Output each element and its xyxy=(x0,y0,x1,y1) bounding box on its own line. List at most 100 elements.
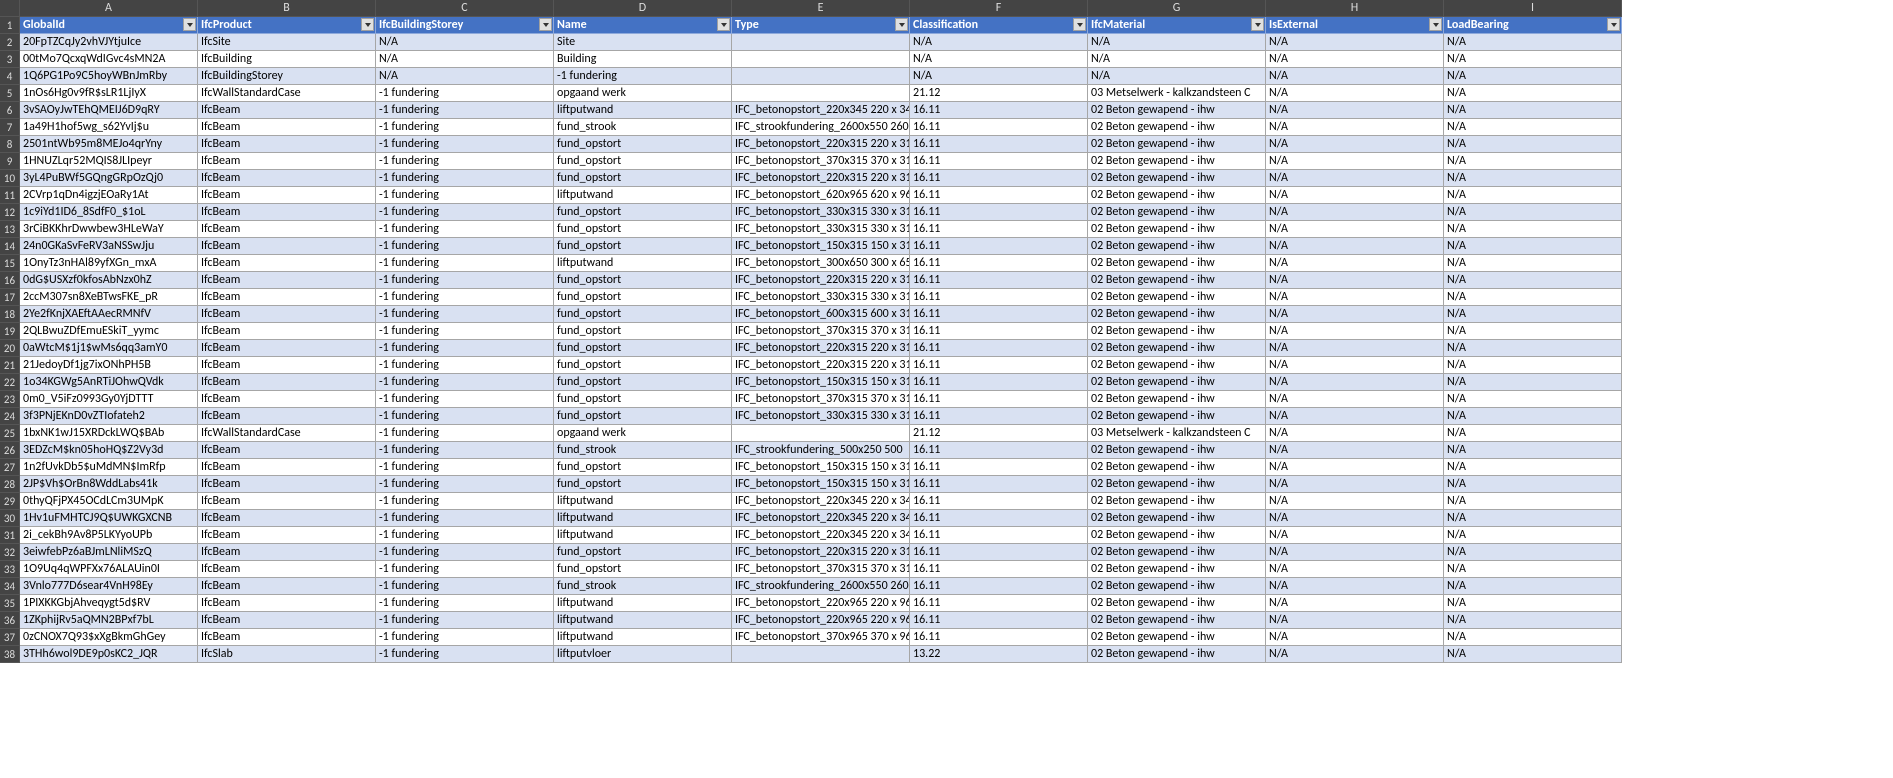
cell[interactable] xyxy=(732,68,910,85)
cell[interactable]: 16.11 xyxy=(910,204,1088,221)
cell[interactable]: 16.11 xyxy=(910,357,1088,374)
cell[interactable]: N/A xyxy=(1266,629,1444,646)
cell[interactable]: IfcWallStandardCase xyxy=(198,85,376,102)
table-header[interactable]: LoadBearing xyxy=(1444,17,1622,34)
table-header[interactable]: IfcBuildingStorey xyxy=(376,17,554,34)
cell[interactable]: 02 Beton gewapend - ihw xyxy=(1088,153,1266,170)
cell[interactable]: -1 fundering xyxy=(376,272,554,289)
cell[interactable]: 16.11 xyxy=(910,561,1088,578)
cell[interactable]: IFC_betonopstort_220x345 220 x 34 xyxy=(732,493,910,510)
cell[interactable]: -1 fundering xyxy=(376,578,554,595)
cell[interactable]: liftputwand xyxy=(554,255,732,272)
cell[interactable]: fund_opstort xyxy=(554,221,732,238)
cell[interactable]: IFC_betonopstort_370x315 370 x 31 xyxy=(732,153,910,170)
cell[interactable]: N/A xyxy=(1266,34,1444,51)
row-number[interactable]: 37 xyxy=(0,629,20,646)
cell[interactable]: IfcBeam xyxy=(198,170,376,187)
cell[interactable]: IFC_betonopstort_370x315 370 x 31 xyxy=(732,561,910,578)
cell[interactable]: 02 Beton gewapend - ihw xyxy=(1088,493,1266,510)
cell[interactable]: 2JP$Vh$OrBn8WddLabs41k xyxy=(20,476,198,493)
cell[interactable]: 1O9Uq4qWPFXx76ALAUin0I xyxy=(20,561,198,578)
cell[interactable]: N/A xyxy=(1444,612,1622,629)
select-all-corner[interactable] xyxy=(0,0,20,17)
cell[interactable]: liftputwand xyxy=(554,629,732,646)
row-number[interactable]: 24 xyxy=(0,408,20,425)
column-header[interactable]: I xyxy=(1444,0,1622,17)
cell[interactable]: IFC_betonopstort_600x315 600 x 31 xyxy=(732,306,910,323)
cell[interactable]: -1 fundering xyxy=(376,561,554,578)
cell[interactable]: IfcBeam xyxy=(198,408,376,425)
row-number[interactable]: 4 xyxy=(0,68,20,85)
cell[interactable]: IfcBeam xyxy=(198,612,376,629)
cell[interactable]: N/A xyxy=(1266,510,1444,527)
cell[interactable]: N/A xyxy=(1266,459,1444,476)
cell[interactable]: IFC_betonopstort_370x315 370 x 31 xyxy=(732,323,910,340)
cell[interactable]: fund_opstort xyxy=(554,561,732,578)
cell[interactable]: IFC_betonopstort_150x315 150 x 31 xyxy=(732,476,910,493)
cell[interactable]: -1 fundering xyxy=(376,323,554,340)
cell[interactable]: IfcBeam xyxy=(198,391,376,408)
filter-dropdown-icon[interactable] xyxy=(895,18,908,31)
cell[interactable]: 16.11 xyxy=(910,238,1088,255)
cell[interactable]: -1 fundering xyxy=(376,136,554,153)
row-number[interactable]: 30 xyxy=(0,510,20,527)
cell[interactable]: IfcBuildingStorey xyxy=(198,68,376,85)
cell[interactable]: -1 fundering xyxy=(554,68,732,85)
cell[interactable]: -1 fundering xyxy=(376,527,554,544)
cell[interactable]: 00tMo7QcxqWdIGvc4sMN2A xyxy=(20,51,198,68)
cell[interactable]: N/A xyxy=(1444,357,1622,374)
cell[interactable]: N/A xyxy=(1444,289,1622,306)
cell[interactable]: 21.12 xyxy=(910,85,1088,102)
row-number[interactable]: 27 xyxy=(0,459,20,476)
cell[interactable]: 3rCiBKKhrDwwbew3HLeWaY xyxy=(20,221,198,238)
cell[interactable]: N/A xyxy=(376,68,554,85)
cell[interactable]: 1nOs6Hg0v9fR$sLR1LjIyX xyxy=(20,85,198,102)
cell[interactable]: 2Ye2fKnjXAEftAAecRMNfV xyxy=(20,306,198,323)
cell[interactable]: IfcBeam xyxy=(198,459,376,476)
cell[interactable]: -1 fundering xyxy=(376,459,554,476)
cell[interactable]: N/A xyxy=(910,51,1088,68)
cell[interactable]: -1 fundering xyxy=(376,153,554,170)
row-number[interactable]: 29 xyxy=(0,493,20,510)
cell[interactable]: IfcBeam xyxy=(198,153,376,170)
cell[interactable]: 16.11 xyxy=(910,493,1088,510)
cell[interactable]: fund_opstort xyxy=(554,170,732,187)
row-number[interactable]: 22 xyxy=(0,374,20,391)
table-header[interactable]: Type xyxy=(732,17,910,34)
cell[interactable]: N/A xyxy=(1444,425,1622,442)
cell[interactable]: 3f3PNjEKnD0vZTIofateh2 xyxy=(20,408,198,425)
table-header[interactable]: IsExternal xyxy=(1266,17,1444,34)
cell[interactable]: 21.12 xyxy=(910,425,1088,442)
column-header[interactable]: C xyxy=(376,0,554,17)
cell[interactable]: N/A xyxy=(1444,442,1622,459)
cell[interactable]: N/A xyxy=(1266,221,1444,238)
cell[interactable]: 03 Metselwerk - kalkzandsteen C xyxy=(1088,425,1266,442)
cell[interactable]: IFC_betonopstort_220x315 220 x 31 xyxy=(732,170,910,187)
cell[interactable]: IfcBeam xyxy=(198,510,376,527)
column-header[interactable]: F xyxy=(910,0,1088,17)
column-header[interactable]: G xyxy=(1088,0,1266,17)
row-number[interactable]: 7 xyxy=(0,119,20,136)
column-header[interactable]: A xyxy=(20,0,198,17)
cell[interactable]: fund_opstort xyxy=(554,323,732,340)
cell[interactable]: IFC_betonopstort_330x315 330 x 31 xyxy=(732,289,910,306)
cell[interactable]: fund_opstort xyxy=(554,459,732,476)
filter-dropdown-icon[interactable] xyxy=(361,18,374,31)
cell[interactable] xyxy=(732,85,910,102)
table-header[interactable]: IfcProduct xyxy=(198,17,376,34)
cell[interactable]: 16.11 xyxy=(910,459,1088,476)
cell[interactable]: IFC_strookfundering_500x250 500 xyxy=(732,442,910,459)
cell[interactable]: 02 Beton gewapend - ihw xyxy=(1088,119,1266,136)
cell[interactable]: 2QLBwuZDfEmuESkiT_yymc xyxy=(20,323,198,340)
row-number[interactable]: 3 xyxy=(0,51,20,68)
cell[interactable]: IFC_betonopstort_300x650 300 x 65 xyxy=(732,255,910,272)
cell[interactable]: IFC_betonopstort_220x965 220 x 96 xyxy=(732,595,910,612)
cell[interactable]: IFC_betonopstort_370x315 370 x 31 xyxy=(732,391,910,408)
row-number[interactable]: 35 xyxy=(0,595,20,612)
cell[interactable]: 02 Beton gewapend - ihw xyxy=(1088,527,1266,544)
cell[interactable]: IfcBeam xyxy=(198,595,376,612)
cell[interactable]: N/A xyxy=(1266,238,1444,255)
cell[interactable]: 02 Beton gewapend - ihw xyxy=(1088,272,1266,289)
cell[interactable]: fund_opstort xyxy=(554,272,732,289)
row-number[interactable]: 25 xyxy=(0,425,20,442)
